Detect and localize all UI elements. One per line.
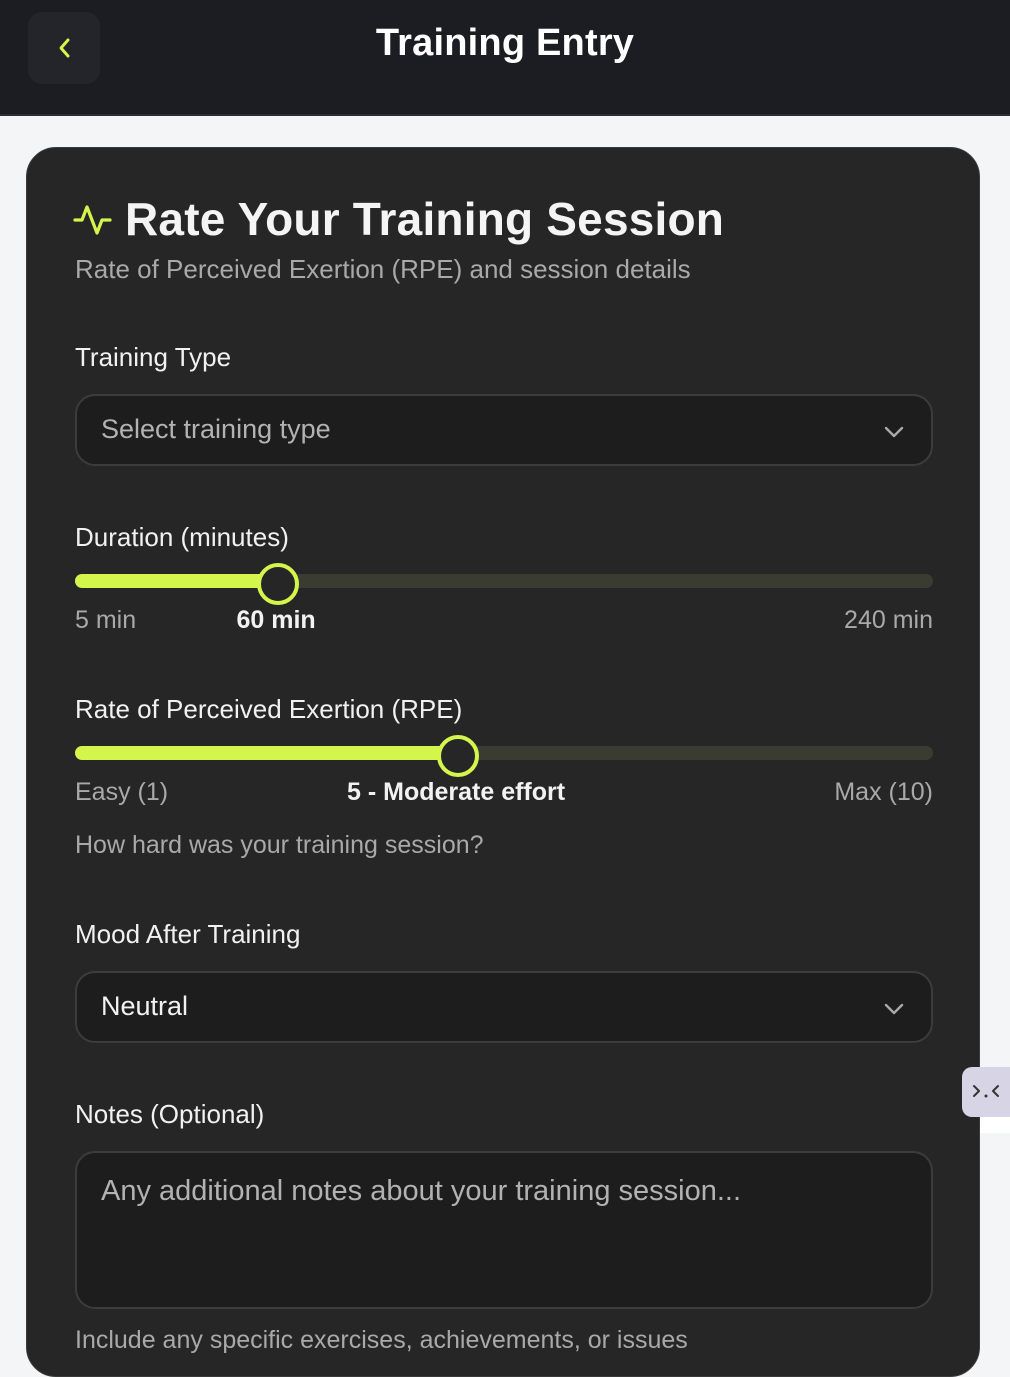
card-subtitle: Rate of Perceived Exertion (RPE) and ses… [75, 254, 691, 284]
rpe-slider-thumb[interactable] [437, 735, 479, 777]
card-title: Rate Your Training Session [125, 193, 725, 245]
side-panel-toggle[interactable] [962, 1067, 1010, 1117]
rpe-min-label: Easy (1) [75, 778, 169, 806]
rpe-slider-fill [75, 746, 456, 760]
duration-scale: 5 min 60 min 240 min [75, 606, 933, 640]
rpe-value-label: 5 - Moderate effort [347, 778, 566, 806]
rpe-scale: Easy (1) 5 - Moderate effort Max (10) [75, 778, 933, 812]
rpe-max-label: Max (10) [834, 778, 933, 806]
card-heading: Rate Your Training Session [73, 192, 724, 246]
notes-help-text: Include any specific exercises, achievem… [75, 1326, 688, 1354]
training-type-select[interactable]: Select training type [75, 394, 933, 466]
mood-selected-value: Neutral [101, 991, 189, 1021]
app-header: Training Entry [0, 0, 1010, 116]
activity-pulse-icon [73, 205, 112, 235]
side-panel-edge [980, 1117, 1010, 1133]
chevron-down-icon [884, 426, 904, 438]
duration-max-label: 240 min [844, 606, 933, 634]
notes-textarea[interactable]: Any additional notes about your training… [75, 1151, 933, 1309]
duration-slider-thumb[interactable] [257, 563, 299, 605]
notes-label: Notes (Optional) [75, 1099, 265, 1129]
training-session-card: Rate Your Training Session Rate of Perce… [26, 147, 980, 1377]
duration-slider[interactable] [75, 561, 933, 605]
collapse-arrows-icon [973, 1085, 999, 1098]
notes-placeholder: Any additional notes about your training… [101, 1175, 742, 1207]
rpe-help-text: How hard was your training session? [75, 831, 484, 859]
training-type-placeholder: Select training type [101, 414, 331, 444]
duration-slider-fill [75, 574, 276, 588]
training-type-label: Training Type [75, 342, 232, 372]
duration-label: Duration (minutes) [75, 522, 289, 552]
duration-value-label: 60 min [236, 606, 316, 634]
page-title: Training Entry [375, 22, 635, 64]
rpe-slider[interactable] [75, 733, 933, 777]
rpe-label: Rate of Perceived Exertion (RPE) [75, 694, 463, 724]
mood-select[interactable]: Neutral [75, 971, 933, 1043]
mood-label: Mood After Training [75, 919, 301, 949]
chevron-down-icon [884, 1003, 904, 1015]
duration-min-label: 5 min [75, 606, 137, 634]
